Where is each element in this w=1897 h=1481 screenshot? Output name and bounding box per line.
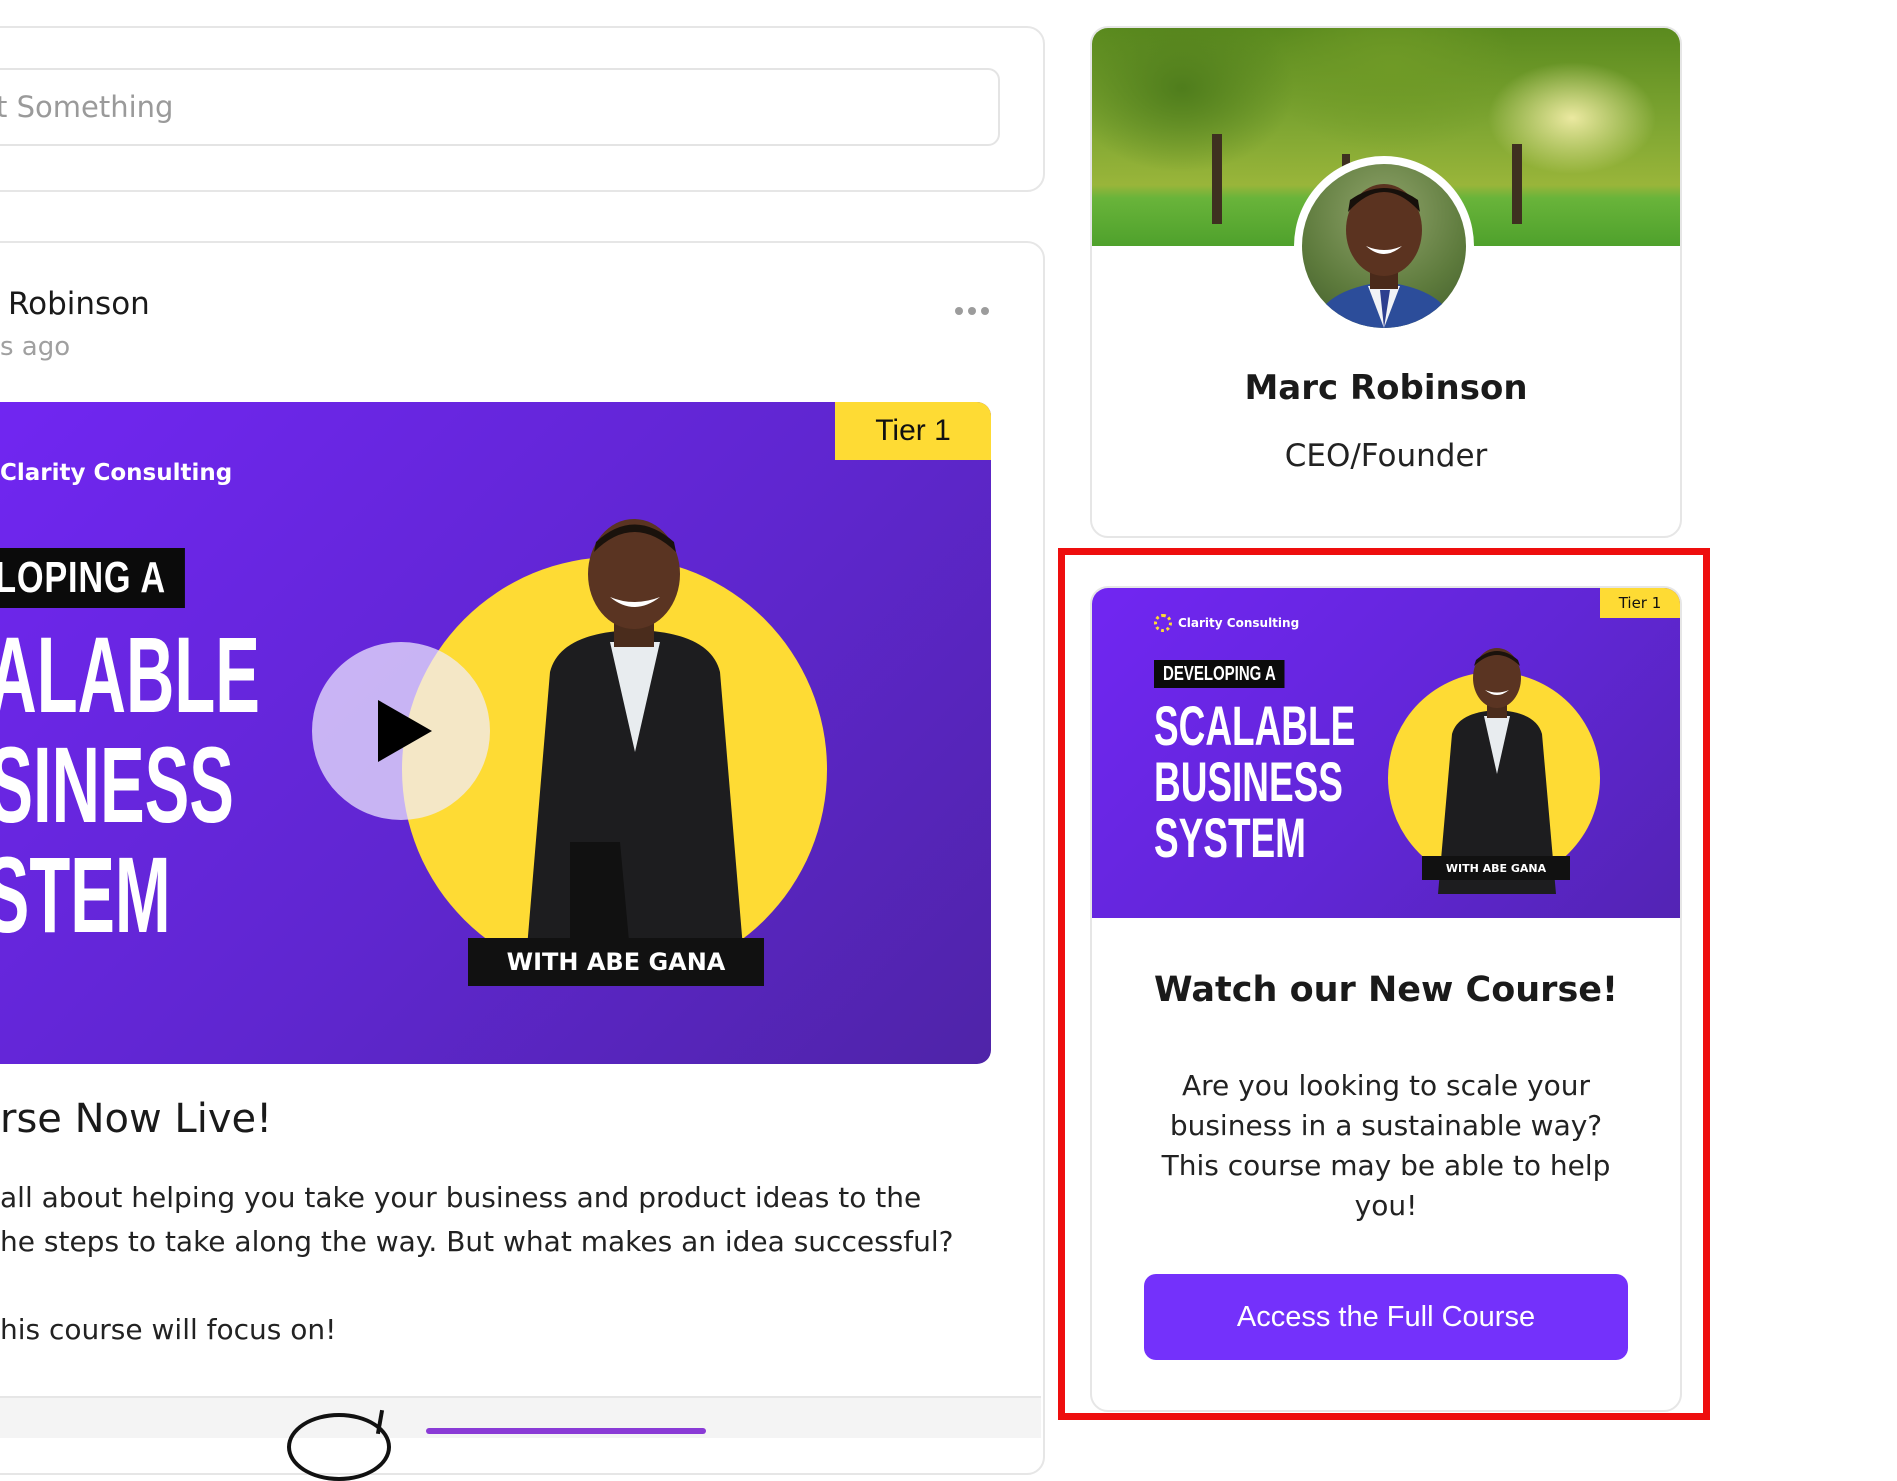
banner-brand: Clarity Consulting bbox=[0, 460, 233, 486]
banner-with-tag: WITH ABE GANA bbox=[468, 938, 764, 986]
banner-title: CALABLE USINESS YSTEM bbox=[0, 614, 260, 955]
post-timestamp: s ago bbox=[0, 332, 71, 362]
course-title: Watch our New Course! bbox=[1154, 970, 1618, 1010]
presenter-photo bbox=[525, 519, 745, 972]
profile-name: Marc Robinson bbox=[1244, 368, 1528, 408]
course-thumbnail[interactable]: Tier 1 Clarity Consulting DEVELOPING A S… bbox=[1092, 588, 1680, 918]
avatar[interactable] bbox=[1294, 156, 1474, 336]
course-description: Are you looking to scale your business i… bbox=[1161, 1069, 1611, 1222]
sun-logo-icon bbox=[1154, 614, 1172, 632]
access-course-button[interactable]: Access the Full Course bbox=[1144, 1274, 1628, 1360]
post-author-name[interactable]: Robinson bbox=[8, 286, 150, 322]
course-promo-card: Tier 1 Clarity Consulting DEVELOPING A S… bbox=[1090, 586, 1682, 1412]
thumb-title: SCALABLE BUSINESS SYSTEM bbox=[1154, 694, 1356, 869]
post-video-banner[interactable]: Tier 1 Clarity Consulting VELOPING A CAL… bbox=[0, 402, 991, 1064]
play-video-button[interactable] bbox=[312, 642, 490, 820]
partial-graphic bbox=[287, 1413, 391, 1481]
thumb-brand: Clarity Consulting bbox=[1154, 614, 1299, 632]
post-body: all about helping you take your business… bbox=[0, 1181, 954, 1346]
thumb-with-tag: WITH ABE GANA bbox=[1422, 856, 1570, 880]
play-icon bbox=[378, 700, 432, 762]
profile-card: Marc Robinson CEO/Founder bbox=[1090, 26, 1682, 538]
thumb-tier-badge: Tier 1 bbox=[1600, 588, 1680, 618]
avatar-photo bbox=[1312, 184, 1456, 328]
tier-badge: Tier 1 bbox=[835, 402, 991, 460]
profile-role: CEO/Founder bbox=[1284, 438, 1488, 474]
partial-purple-bar bbox=[426, 1428, 706, 1434]
post-composer-input[interactable]: t Something bbox=[0, 68, 1000, 146]
thumb-subtitle: DEVELOPING A bbox=[1154, 660, 1285, 688]
more-options-icon[interactable] bbox=[955, 304, 995, 318]
post-title: rse Now Live! bbox=[0, 1096, 273, 1142]
banner-subtitle: VELOPING A bbox=[0, 548, 185, 608]
